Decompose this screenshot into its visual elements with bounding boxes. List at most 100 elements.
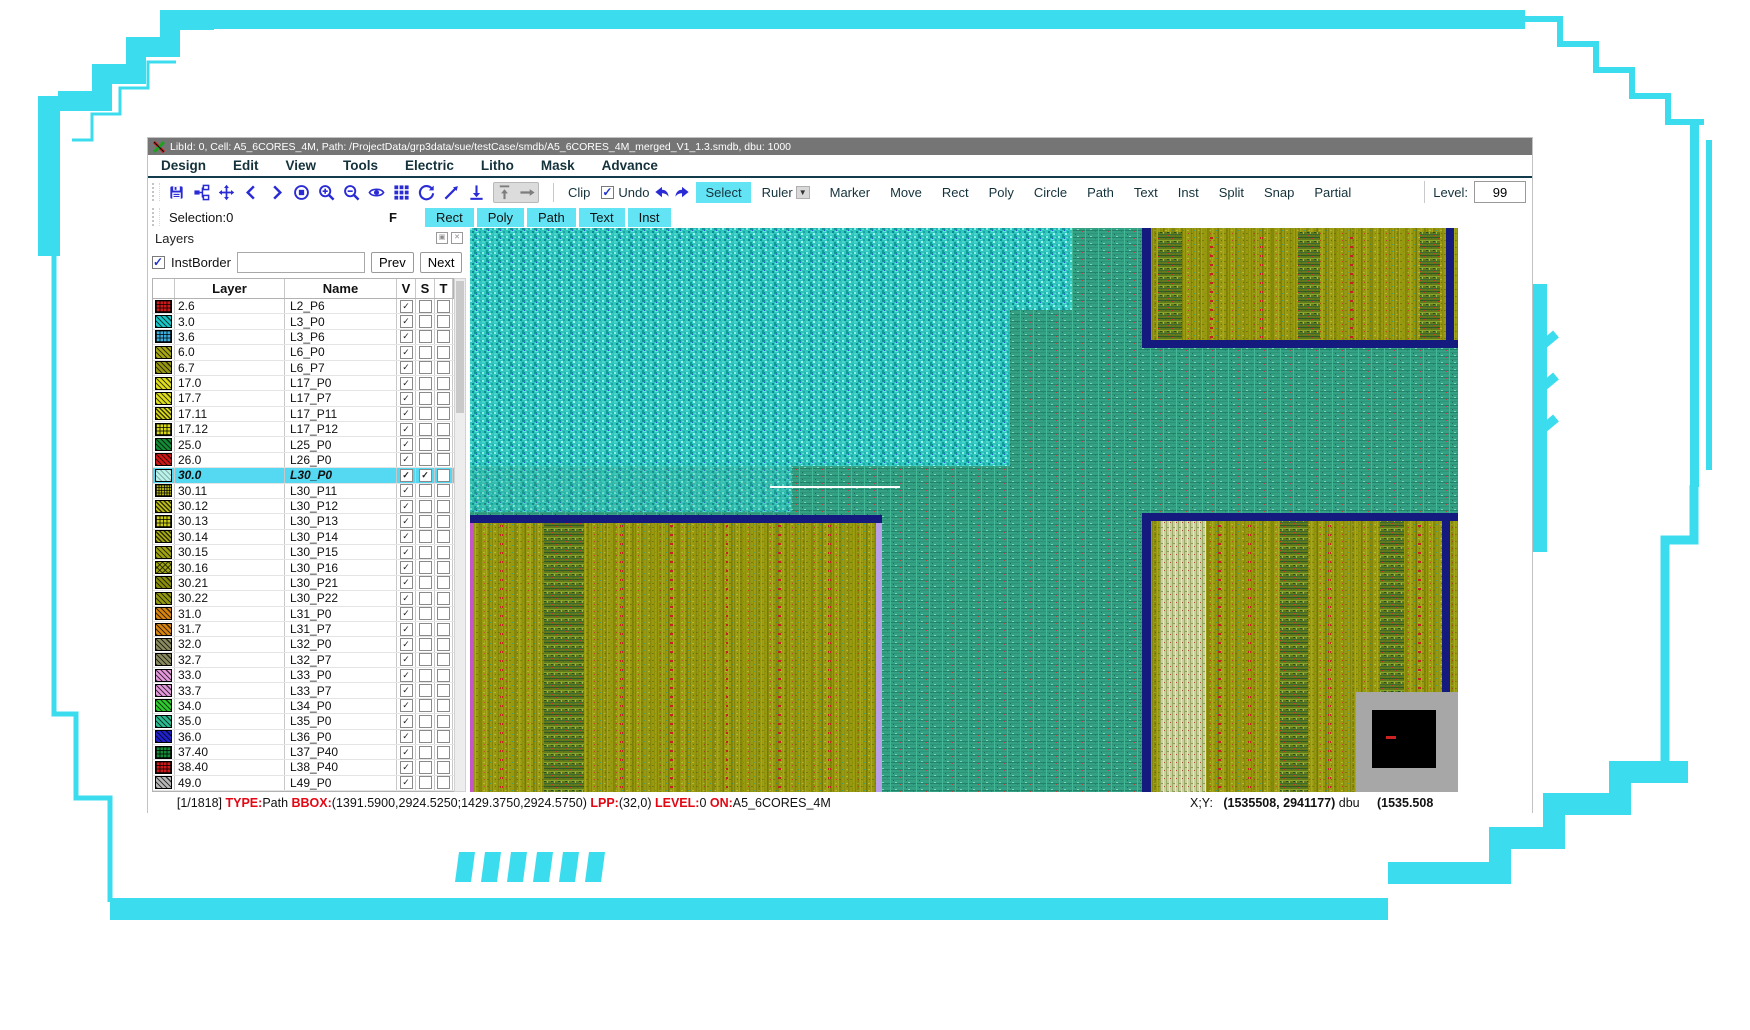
- refresh-icon[interactable]: [418, 184, 435, 201]
- minimap[interactable]: [1356, 692, 1458, 792]
- selection-bar-grip[interactable]: [152, 208, 160, 226]
- layer-row[interactable]: 32.0 L32_P0 ✓: [153, 637, 454, 652]
- selectable-checkbox[interactable]: [419, 715, 432, 728]
- t-checkbox[interactable]: [437, 438, 450, 451]
- visible-checkbox[interactable]: ✓: [400, 576, 413, 589]
- selectable-checkbox[interactable]: [419, 361, 432, 374]
- layer-row[interactable]: 38.40 L38_P40 ✓: [153, 760, 454, 775]
- selectable-checkbox[interactable]: [419, 761, 432, 774]
- selectable-checkbox[interactable]: [419, 407, 432, 420]
- redo-icon[interactable]: [674, 184, 691, 201]
- layer-row[interactable]: 49.0 L49_P0 ✓: [153, 776, 454, 791]
- layer-row[interactable]: 36.0 L36_P0 ✓: [153, 730, 454, 745]
- visible-checkbox[interactable]: ✓: [400, 684, 413, 697]
- visible-checkbox[interactable]: ✓: [400, 669, 413, 682]
- undo-icon[interactable]: [653, 184, 670, 201]
- visible-checkbox[interactable]: ✓: [400, 715, 413, 728]
- zoom-out-icon[interactable]: [343, 184, 360, 201]
- selectable-checkbox[interactable]: [419, 315, 432, 328]
- visible-checkbox[interactable]: ✓: [400, 300, 413, 313]
- toolbar-button[interactable]: Inst ▼: [1169, 182, 1208, 203]
- visible-checkbox[interactable]: ✓: [400, 469, 413, 482]
- layer-row[interactable]: 37.40 L37_P40 ✓: [153, 745, 454, 760]
- selection-mode-button[interactable]: Text: [579, 208, 625, 227]
- t-checkbox[interactable]: [437, 669, 450, 682]
- visible-checkbox[interactable]: ✓: [400, 561, 413, 574]
- eye-icon[interactable]: [368, 184, 385, 201]
- chevron-left-icon[interactable]: [243, 184, 260, 201]
- visible-checkbox[interactable]: ✓: [400, 515, 413, 528]
- close-panel-icon[interactable]: ✕: [451, 232, 463, 244]
- visible-checkbox[interactable]: ✓: [400, 453, 413, 466]
- layers-scrollbar-thumb[interactable]: [456, 281, 464, 413]
- selectable-checkbox[interactable]: [419, 530, 432, 543]
- visible-checkbox[interactable]: ✓: [400, 638, 413, 651]
- t-checkbox[interactable]: [437, 377, 450, 390]
- selectable-checkbox[interactable]: [419, 607, 432, 620]
- t-checkbox[interactable]: [437, 746, 450, 759]
- level-input[interactable]: [1474, 181, 1526, 203]
- visible-checkbox[interactable]: ✓: [400, 377, 413, 390]
- layer-row[interactable]: 17.11 L17_P11 ✓: [153, 407, 454, 422]
- toolbar-button[interactable]: Poly ▼: [980, 182, 1023, 203]
- layer-row[interactable]: 6.7 L6_P7 ✓: [153, 361, 454, 376]
- name-column-header[interactable]: Name: [285, 279, 397, 298]
- slope-icon[interactable]: [443, 184, 460, 201]
- layer-row[interactable]: 30.0 L30_P0 ✓ ✓: [153, 468, 454, 483]
- layer-column-header[interactable]: Layer: [175, 279, 285, 298]
- selectable-checkbox[interactable]: [419, 576, 432, 589]
- toolbar-button[interactable]: Text ▼: [1125, 182, 1167, 203]
- prev-button[interactable]: Prev: [371, 252, 414, 273]
- selectable-checkbox[interactable]: [419, 776, 432, 789]
- import-icon[interactable]: [468, 184, 485, 201]
- t-checkbox[interactable]: [437, 607, 450, 620]
- layer-row[interactable]: 17.7 L17_P7 ✓: [153, 391, 454, 406]
- selectable-checkbox[interactable]: [419, 638, 432, 651]
- layer-row[interactable]: 31.7 L31_P7 ✓: [153, 622, 454, 637]
- zoom-in-icon[interactable]: [318, 184, 335, 201]
- selectable-checkbox[interactable]: [419, 699, 432, 712]
- layer-row[interactable]: 3.0 L3_P0 ✓: [153, 314, 454, 329]
- visible-checkbox[interactable]: ✓: [400, 592, 413, 605]
- layer-row[interactable]: 25.0 L25_P0 ✓: [153, 437, 454, 452]
- selectable-checkbox[interactable]: [419, 561, 432, 574]
- selection-mode-button[interactable]: Path: [527, 208, 576, 227]
- hierarchy-icon[interactable]: [193, 184, 210, 201]
- t-checkbox[interactable]: [437, 592, 450, 605]
- selectable-checkbox[interactable]: [419, 730, 432, 743]
- menu-item[interactable]: Tools: [343, 158, 378, 173]
- layer-row[interactable]: 30.13 L30_P13 ✓: [153, 514, 454, 529]
- visible-checkbox[interactable]: ✓: [400, 438, 413, 451]
- toolbar-button[interactable]: Rect ▼: [933, 182, 978, 203]
- toolbar-button[interactable]: Snap ▼: [1255, 182, 1303, 203]
- layer-row[interactable]: 30.15 L30_P15 ✓: [153, 545, 454, 560]
- selectable-checkbox[interactable]: [419, 592, 432, 605]
- t-checkbox[interactable]: [437, 623, 450, 636]
- visible-checkbox[interactable]: ✓: [400, 699, 413, 712]
- visible-checkbox[interactable]: ✓: [400, 315, 413, 328]
- layers-scrollbar[interactable]: [454, 278, 466, 792]
- layer-row[interactable]: 26.0 L26_P0 ✓: [153, 453, 454, 468]
- toolbar-button[interactable]: Move ▼: [881, 182, 931, 203]
- t-checkbox[interactable]: [437, 699, 450, 712]
- move-top-icon[interactable]: [496, 184, 513, 201]
- s-column-header[interactable]: S: [416, 279, 435, 298]
- layer-row[interactable]: 3.6 L3_P6 ✓: [153, 330, 454, 345]
- next-button[interactable]: Next: [420, 252, 463, 273]
- selectable-checkbox[interactable]: [419, 623, 432, 636]
- layer-row[interactable]: 30.14 L30_P14 ✓: [153, 530, 454, 545]
- selectable-checkbox[interactable]: [419, 438, 432, 451]
- layer-row[interactable]: 30.16 L30_P16 ✓: [153, 560, 454, 575]
- layer-row[interactable]: 33.7 L33_P7 ✓: [153, 683, 454, 698]
- t-checkbox[interactable]: [437, 423, 450, 436]
- visible-checkbox[interactable]: ✓: [400, 392, 413, 405]
- toolbar-button[interactable]: Partial ▼: [1305, 182, 1360, 203]
- visible-checkbox[interactable]: ✓: [400, 776, 413, 789]
- t-checkbox[interactable]: [437, 715, 450, 728]
- menu-item[interactable]: Litho: [481, 158, 514, 173]
- t-checkbox[interactable]: [437, 315, 450, 328]
- layer-filter-input[interactable]: [237, 252, 365, 273]
- layer-row[interactable]: 30.21 L30_P21 ✓: [153, 576, 454, 591]
- t-checkbox[interactable]: [437, 515, 450, 528]
- menu-item[interactable]: Mask: [541, 158, 575, 173]
